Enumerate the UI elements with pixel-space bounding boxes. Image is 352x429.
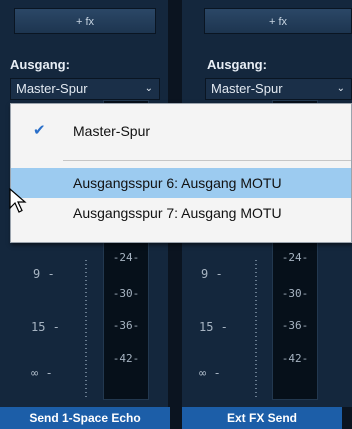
chevron-down-icon: ⌄ — [336, 83, 345, 94]
scale-tick: 15 - — [199, 320, 228, 334]
vu-mark: -36- — [281, 319, 309, 332]
scale-tick: 9 - — [33, 267, 55, 281]
add-fx-button[interactable]: + fx — [204, 8, 352, 34]
output-select-value: Master-Spur — [16, 81, 88, 96]
vu-mark: -36- — [112, 319, 140, 332]
menu-item-label: Ausgangsspur 7: Ausgang MOTU — [73, 205, 282, 221]
menu-separator — [63, 160, 351, 161]
menu-item-master-spur[interactable]: ✔ Master-Spur — [11, 116, 351, 146]
menu-item-label: Master-Spur — [73, 123, 151, 139]
vu-mark: -42- — [112, 352, 140, 365]
vu-mark: -24- — [112, 251, 140, 264]
output-select-value: Master-Spur — [211, 81, 283, 96]
level-dots — [255, 260, 257, 399]
output-label: Ausgang: — [10, 57, 70, 72]
vu-mark: -42- — [281, 352, 309, 365]
add-fx-button[interactable]: + fx — [14, 8, 156, 34]
check-icon: ✔ — [33, 122, 46, 139]
mouse-pointer-icon — [9, 188, 27, 213]
output-dropdown-menu: ✔ Master-Spur Ausgangsspur 6: Ausgang MO… — [10, 103, 352, 243]
vu-mark: -24- — [281, 251, 309, 264]
channel-name[interactable]: Ext FX Send — [182, 407, 342, 429]
output-select[interactable]: Master-Spur ⌄ — [205, 78, 352, 100]
channel-name[interactable]: Send 1-Space Echo — [0, 407, 170, 429]
menu-item-label: Ausgangsspur 6: Ausgang MOTU — [73, 175, 282, 191]
vu-mark: -30- — [281, 287, 309, 300]
scale-tick: 15 - — [31, 320, 60, 334]
menu-item-ausgangsspur-7[interactable]: Ausgangsspur 7: Ausgang MOTU — [11, 198, 351, 228]
level-dots — [85, 260, 87, 399]
output-select[interactable]: Master-Spur ⌄ — [10, 78, 160, 100]
scale-tick: ∞ - — [199, 366, 221, 380]
scale-tick: ∞ - — [31, 366, 53, 380]
chevron-down-icon: ⌄ — [144, 83, 153, 94]
vu-mark: -30- — [112, 287, 140, 300]
scale-tick: 9 - — [201, 267, 223, 281]
menu-item-ausgangsspur-6[interactable]: Ausgangsspur 6: Ausgang MOTU — [11, 168, 351, 198]
output-label: Ausgang: — [207, 57, 267, 72]
